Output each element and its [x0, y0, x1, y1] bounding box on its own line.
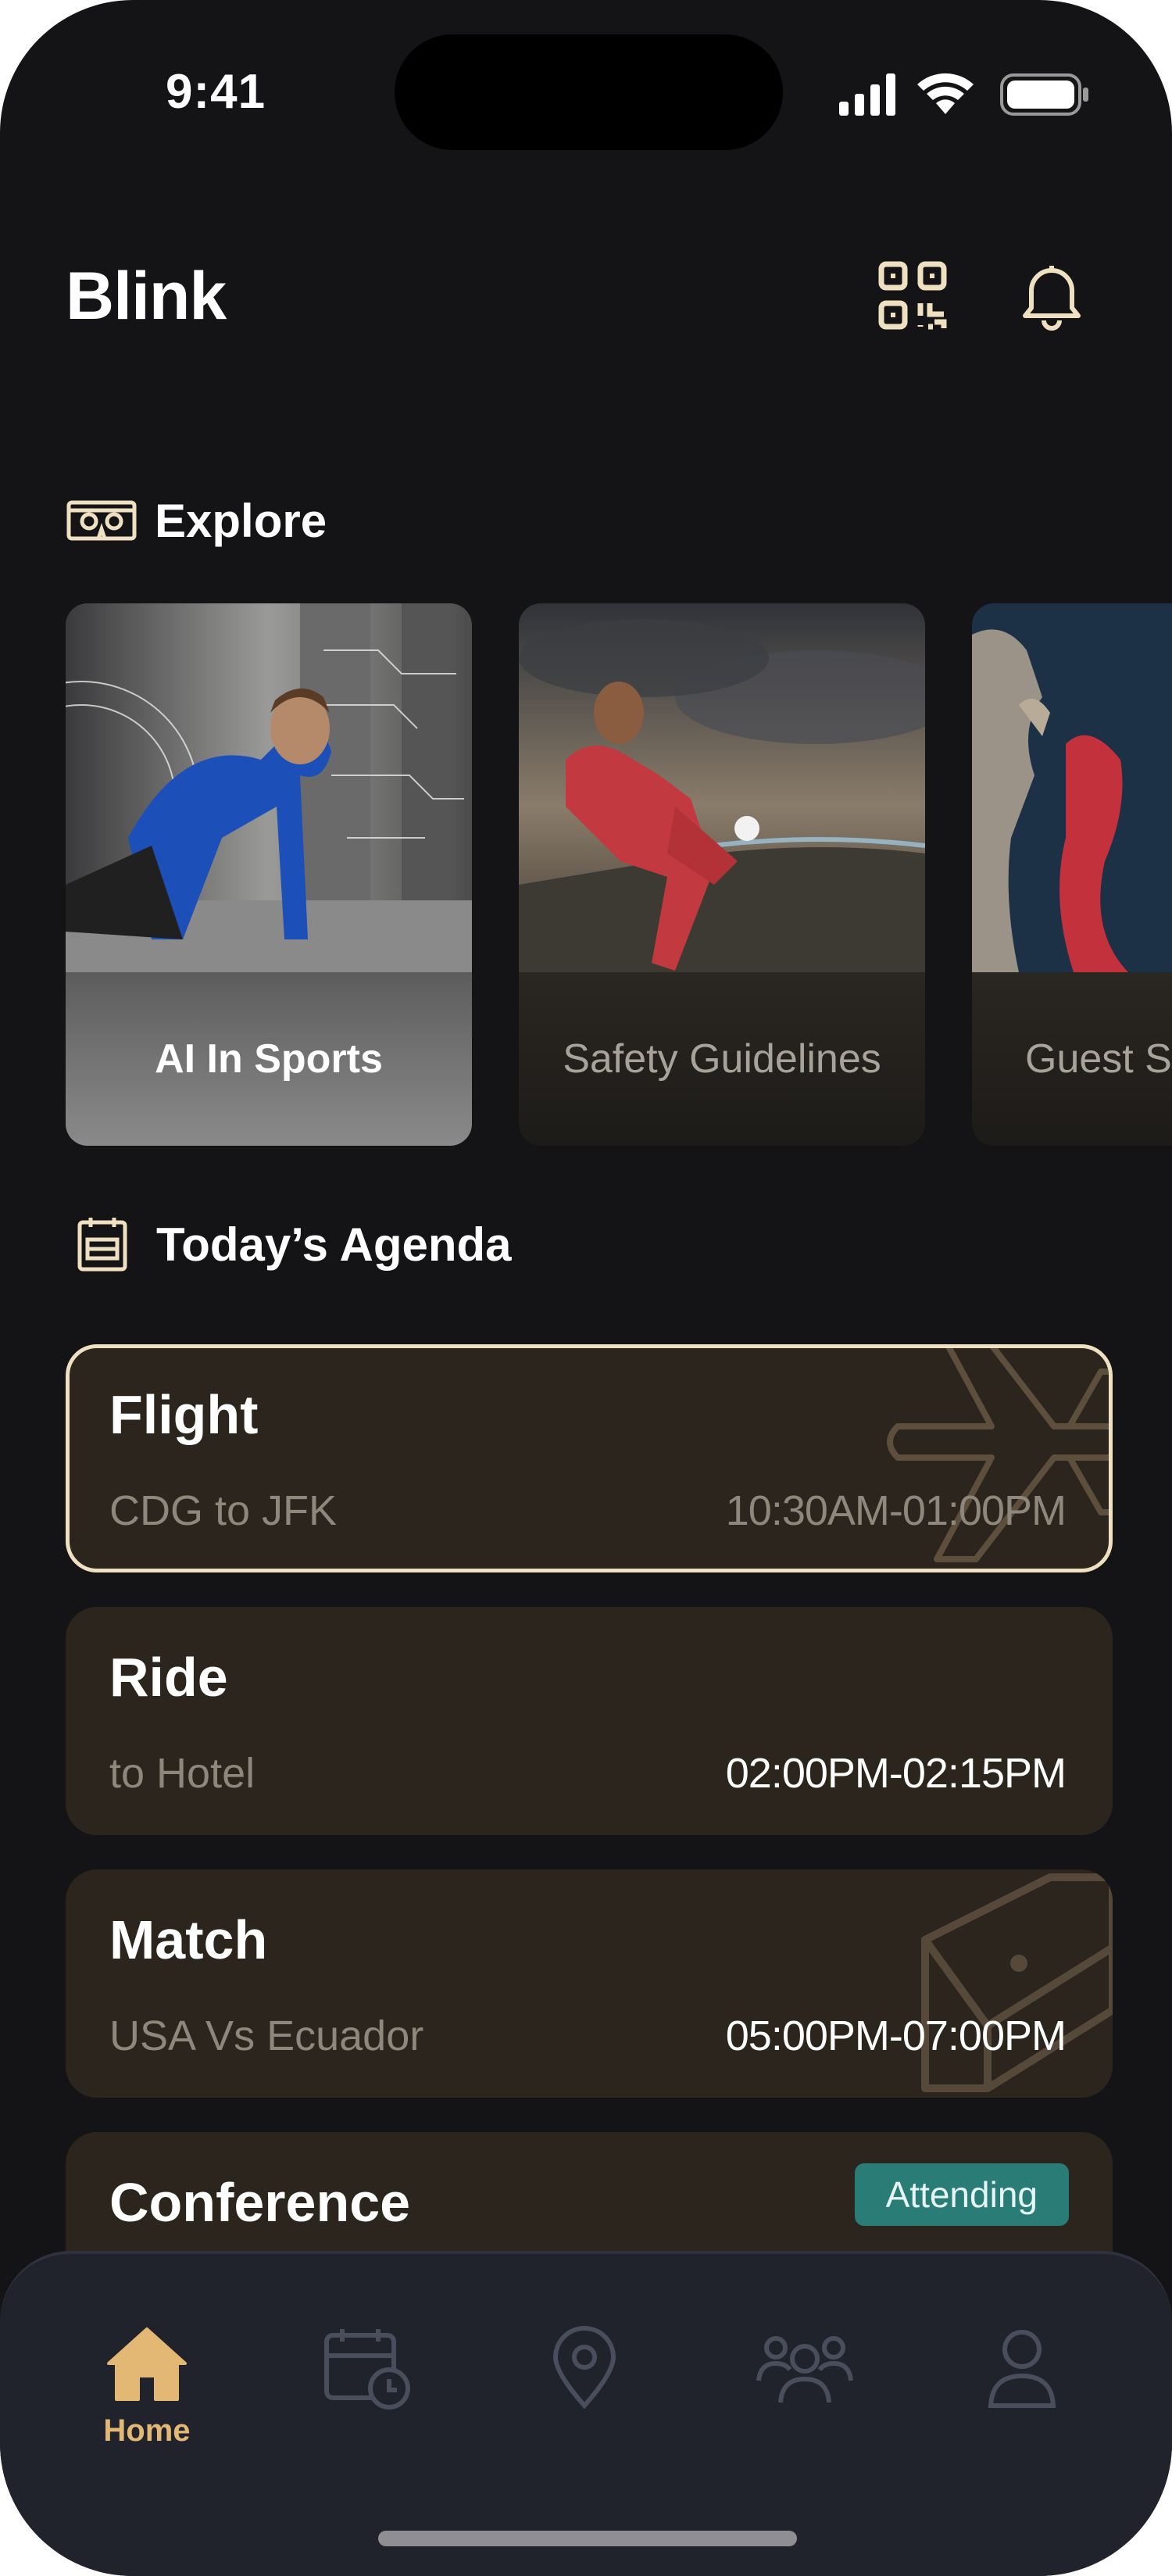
explore-card-ai-in-sports[interactable]: AI In Sports [66, 603, 472, 1146]
explore-card-guest[interactable]: Guest S [972, 603, 1172, 1146]
dynamic-island [395, 34, 783, 150]
agenda-title: Ride [109, 1647, 228, 1708]
app-screen: 9:41 Blink Explore AI In Sports Safety G… [0, 0, 1172, 2576]
ai-sports-image [66, 603, 472, 972]
tab-bar: Home [0, 2251, 1172, 2576]
tab-map[interactable] [522, 2324, 647, 2465]
tab-community[interactable] [742, 2324, 867, 2465]
agenda-title: Flight [109, 1384, 259, 1445]
explore-carousel[interactable]: AI In Sports Safety Guidelines Guest S [0, 603, 1172, 1150]
notifications-button[interactable] [1013, 256, 1091, 335]
tab-home-label: Home [103, 2413, 191, 2448]
home-indicator [378, 2531, 797, 2546]
signal-icon [839, 73, 895, 116]
calendar-icon [77, 1218, 127, 1272]
bell-icon [1023, 266, 1081, 331]
wifi-icon [917, 73, 974, 114]
tab-home[interactable]: Home [84, 2324, 209, 2465]
status-icons [839, 73, 1088, 116]
airplane-icon [887, 1348, 1109, 1562]
agenda-subtitle: USA Vs Ecuador [109, 2012, 424, 2059]
agenda-card-match[interactable]: Match USA Vs Ecuador 05:00PM-07:00PM [66, 1869, 1113, 2098]
stadium-field-icon [921, 1873, 1113, 2092]
agenda-subtitle: CDG to JFK [109, 1487, 338, 1534]
soccer-player-image [519, 603, 925, 972]
agenda-heading: Today’s Agenda [75, 1215, 512, 1274]
qr-code-icon [878, 261, 947, 330]
agenda-time: 10:30AM-01:00PM [725, 1487, 1067, 1534]
explore-label: Explore [155, 495, 327, 547]
agenda-time: 05:00PM-07:00PM [725, 2012, 1067, 2059]
home-icon [107, 2327, 187, 2401]
tab-profile[interactable] [959, 2324, 1084, 2465]
explore-card-label: Guest S [1025, 1036, 1172, 1082]
tab-schedule[interactable] [305, 2324, 430, 2465]
battery-icon [1000, 73, 1088, 116]
agenda-title: Match [109, 1909, 268, 1970]
agenda-label: Today’s Agenda [156, 1218, 512, 1271]
explore-card-safety-guidelines[interactable]: Safety Guidelines [519, 603, 925, 1146]
status-time: 9:41 [166, 65, 266, 119]
agenda-time: 02:00PM-02:15PM [725, 1750, 1067, 1797]
map-pin-icon [552, 2326, 616, 2410]
agenda-card-ride[interactable]: Ride to Hotel 02:00PM-02:15PM [66, 1607, 1113, 1835]
agenda-subtitle: to Hotel [109, 1750, 255, 1797]
app-title: Blink [66, 259, 227, 334]
explore-card-label: AI In Sports [155, 1036, 383, 1082]
explore-card-label: Safety Guidelines [563, 1036, 881, 1082]
people-group-icon [756, 2336, 853, 2403]
world-map-image [972, 603, 1172, 972]
agenda-title: Conference [109, 2172, 411, 2233]
calendar-clock-icon [324, 2329, 410, 2410]
explore-heading: Explore [66, 494, 327, 548]
agenda-card-flight[interactable]: Flight CDG to JFK 10:30AM-01:00PM [66, 1344, 1113, 1572]
qr-code-button[interactable] [874, 256, 952, 335]
vr-headset-icon [66, 500, 137, 540]
user-icon [988, 2330, 1056, 2408]
attending-badge: Attending [854, 2163, 1069, 2226]
